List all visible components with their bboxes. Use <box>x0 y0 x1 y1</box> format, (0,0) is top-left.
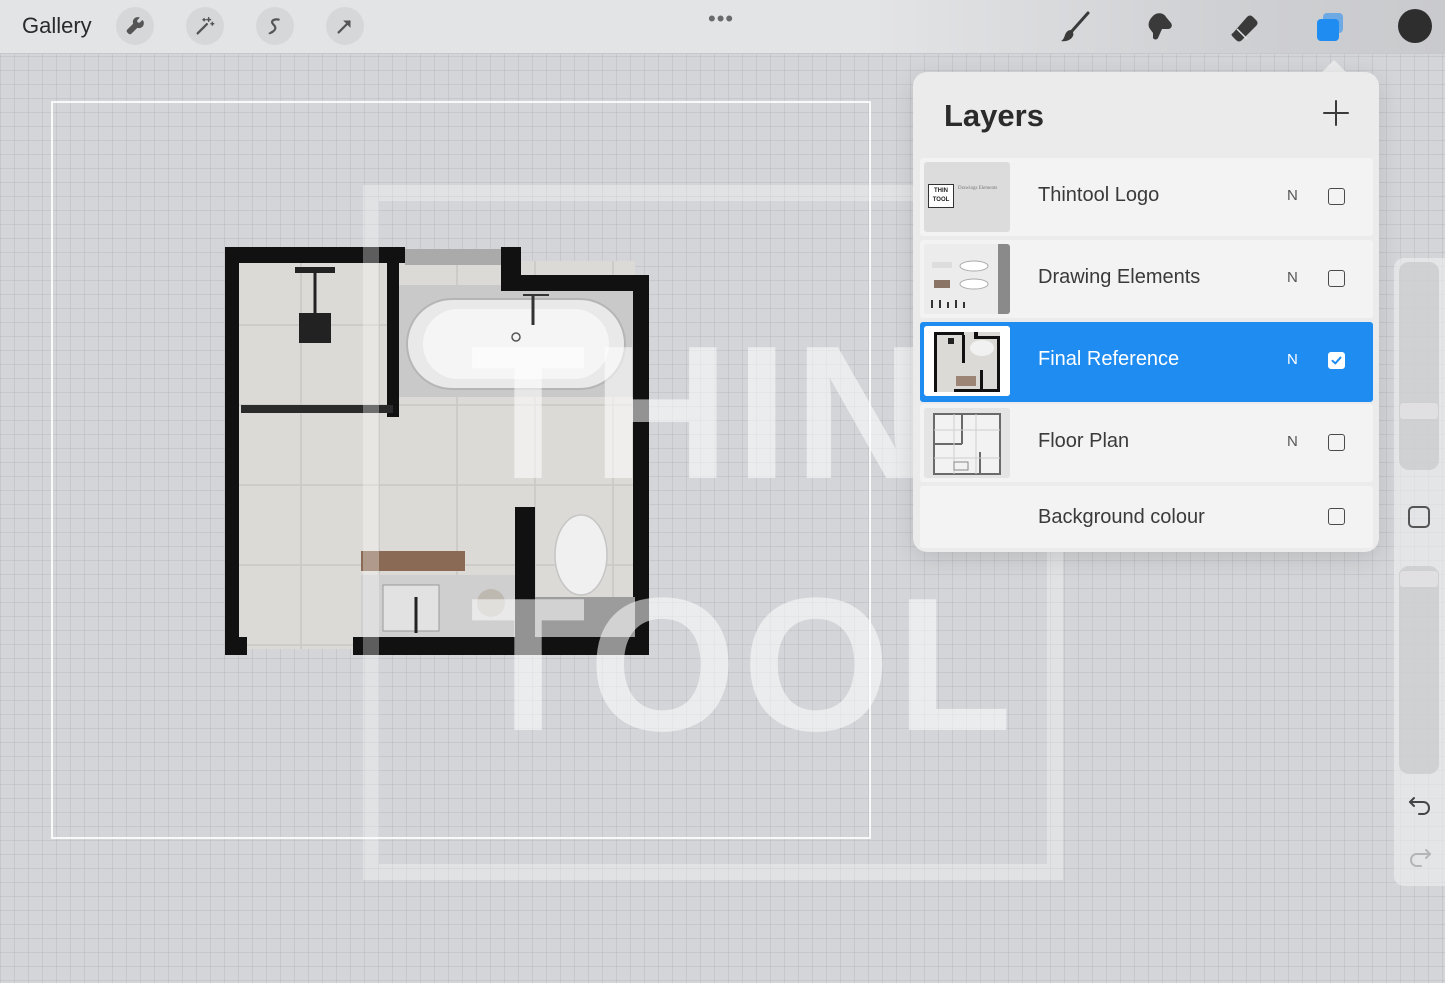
gallery-button[interactable]: Gallery <box>22 13 92 39</box>
opacity-slider[interactable] <box>1399 566 1439 774</box>
brush-size-slider-thumb[interactable] <box>1399 402 1439 420</box>
layer-row-background-colour[interactable]: Background colour <box>920 486 1373 548</box>
add-layer-button[interactable] <box>1321 98 1351 128</box>
blend-mode-button[interactable]: N <box>1287 269 1298 286</box>
layer-row-thintool-logo[interactable]: THIN TOOL Drawings Elements Thintool Log… <box>920 158 1373 236</box>
layer-name: Final Reference <box>1038 348 1180 370</box>
layer-name: Thintool Logo <box>1038 184 1160 206</box>
layer-row-floor-plan[interactable]: Floor Plan N <box>920 404 1373 482</box>
layers-panel: Layers THIN TOOL Drawings Elements Thint… <box>913 72 1379 552</box>
layer-thumbnail: THIN TOOL Drawings Elements <box>924 162 1010 232</box>
layer-thumbnail <box>924 326 1010 396</box>
visibility-checkbox[interactable] <box>1328 270 1345 287</box>
transform-arrow-icon[interactable] <box>326 7 364 45</box>
redo-icon[interactable] <box>1405 842 1435 872</box>
visibility-checkbox[interactable] <box>1328 434 1345 451</box>
layers-icon[interactable] <box>1311 8 1349 46</box>
visibility-checkbox[interactable] <box>1328 188 1345 205</box>
layer-name: Floor Plan <box>1038 430 1130 452</box>
eraser-icon[interactable] <box>1226 8 1264 46</box>
visibility-checkbox[interactable] <box>1328 352 1345 369</box>
modifier-button[interactable] <box>1408 506 1430 528</box>
more-options-button[interactable]: ••• <box>708 6 734 32</box>
watermark-text-line2: TOOL <box>470 559 1019 771</box>
top-toolbar: Gallery ••• <box>0 0 1445 54</box>
magic-wand-icon[interactable] <box>186 7 224 45</box>
brush-size-slider[interactable] <box>1399 262 1439 470</box>
selection-s-icon[interactable] <box>256 7 294 45</box>
layer-name: Drawing Elements <box>1038 266 1201 288</box>
opacity-slider-thumb[interactable] <box>1399 570 1439 588</box>
layer-thumbnail <box>924 408 1010 478</box>
watermark-text-line1: THIN <box>470 307 938 519</box>
layer-row-drawing-elements[interactable]: Drawing Elements N <box>920 240 1373 318</box>
color-picker-button[interactable] <box>1398 9 1432 43</box>
checkmark-icon <box>1331 356 1342 365</box>
smudge-icon[interactable] <box>1141 8 1179 46</box>
undo-icon[interactable] <box>1405 790 1435 820</box>
blend-mode-button[interactable]: N <box>1287 351 1298 368</box>
layer-row-final-reference[interactable]: Final Reference N <box>920 322 1373 402</box>
layer-name: Background colour <box>1038 506 1205 528</box>
layer-thumbnail <box>924 244 1010 314</box>
wrench-icon[interactable] <box>116 7 154 45</box>
thumb-logo-line2: TOOL <box>932 197 950 203</box>
thumb-logo-line1: THIN <box>934 188 948 194</box>
visibility-checkbox[interactable] <box>1328 508 1345 525</box>
plus-icon <box>1323 100 1349 126</box>
brush-icon[interactable] <box>1057 8 1095 46</box>
thumb-caption: Drawings Elements <box>958 186 998 191</box>
blend-mode-button[interactable]: N <box>1287 187 1298 204</box>
blend-mode-button[interactable]: N <box>1287 433 1298 450</box>
layers-panel-title: Layers <box>944 98 1044 133</box>
